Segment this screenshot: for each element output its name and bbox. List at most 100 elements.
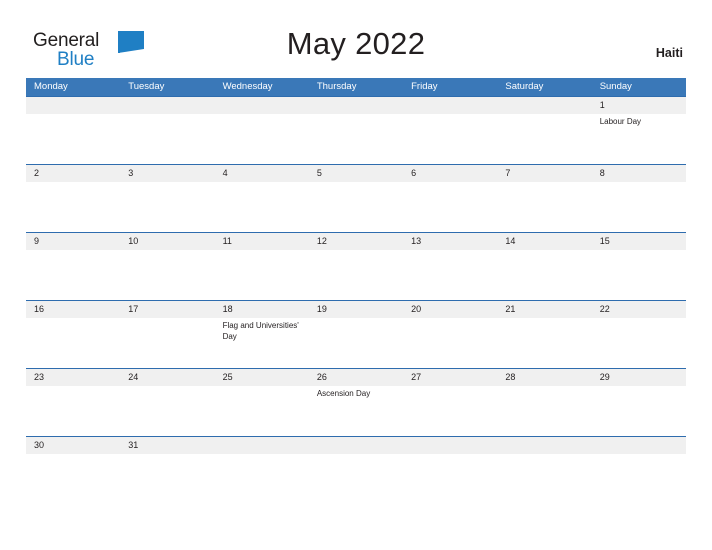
day-event: Labour Day <box>599 117 642 126</box>
date-number[interactable]: 4 <box>215 165 309 182</box>
day-event <box>592 386 686 436</box>
date-number[interactable]: 27 <box>403 369 497 386</box>
date-number[interactable]: 10 <box>120 233 214 250</box>
date-number[interactable] <box>592 437 686 454</box>
day-event <box>120 454 214 468</box>
date-number[interactable]: 18 <box>215 301 309 318</box>
day-event <box>26 386 120 436</box>
day-event <box>120 250 214 300</box>
day-event <box>215 182 309 232</box>
day-event <box>403 386 497 436</box>
day-event <box>309 250 403 300</box>
date-number[interactable] <box>26 97 120 114</box>
day-event <box>120 386 214 436</box>
week-date-numbers: 1 <box>26 97 686 114</box>
date-number[interactable]: 11 <box>215 233 309 250</box>
dow-sunday: Sunday <box>599 81 632 92</box>
day-event <box>309 114 403 164</box>
date-number[interactable]: 2 <box>26 165 120 182</box>
date-number[interactable]: 26 <box>309 369 403 386</box>
day-event <box>120 182 214 232</box>
date-number[interactable]: 12 <box>309 233 403 250</box>
week-events <box>26 454 686 468</box>
dow-tuesday: Tuesday <box>128 81 165 92</box>
day-of-week-header-row: Monday Tuesday Wednesday Thursday Friday… <box>26 78 686 96</box>
day-event <box>592 250 686 300</box>
date-number[interactable]: 23 <box>26 369 120 386</box>
date-number[interactable]: 9 <box>26 233 120 250</box>
date-number[interactable]: 6 <box>403 165 497 182</box>
week-date-numbers: 30 31 <box>26 437 686 454</box>
date-number[interactable]: 16 <box>26 301 120 318</box>
dow-friday: Friday <box>411 81 438 92</box>
week-row: 9 10 11 12 13 14 15 <box>26 232 686 300</box>
date-number[interactable]: 21 <box>497 301 591 318</box>
day-event <box>497 318 591 368</box>
date-number[interactable]: 15 <box>592 233 686 250</box>
day-event <box>592 454 686 468</box>
day-event <box>215 114 309 164</box>
day-event <box>309 182 403 232</box>
date-number[interactable]: 29 <box>592 369 686 386</box>
date-number[interactable] <box>309 97 403 114</box>
day-event <box>215 386 309 436</box>
date-number[interactable]: 3 <box>120 165 214 182</box>
day-event <box>497 386 591 436</box>
week-row: 1 Labour Day <box>26 96 686 164</box>
date-number[interactable] <box>497 437 591 454</box>
day-event <box>309 318 403 368</box>
day-event <box>26 182 120 232</box>
date-number[interactable] <box>403 97 497 114</box>
date-number[interactable]: 22 <box>592 301 686 318</box>
date-number[interactable]: 31 <box>120 437 214 454</box>
date-number[interactable] <box>497 97 591 114</box>
day-event <box>309 454 403 468</box>
day-event <box>497 114 591 164</box>
date-number[interactable] <box>215 437 309 454</box>
week-date-numbers: 23 24 25 26 27 28 29 <box>26 369 686 386</box>
day-event <box>403 454 497 468</box>
date-number[interactable]: 7 <box>497 165 591 182</box>
date-number[interactable]: 28 <box>497 369 591 386</box>
day-event <box>215 250 309 300</box>
week-date-numbers: 9 10 11 12 13 14 15 <box>26 233 686 250</box>
day-event <box>403 114 497 164</box>
date-number[interactable] <box>309 437 403 454</box>
date-number[interactable]: 5 <box>309 165 403 182</box>
date-number[interactable]: 1 <box>592 97 686 114</box>
day-event <box>497 250 591 300</box>
date-number[interactable]: 19 <box>309 301 403 318</box>
date-number[interactable]: 8 <box>592 165 686 182</box>
day-event <box>26 250 120 300</box>
week-events: Labour Day <box>26 114 686 164</box>
week-row: 2 3 4 5 6 7 8 <box>26 164 686 232</box>
date-number[interactable] <box>215 97 309 114</box>
page-header: General Blue May 2022 Haiti <box>0 0 712 80</box>
date-number[interactable]: 20 <box>403 301 497 318</box>
day-event: Flag and Universities' Day <box>222 321 299 341</box>
date-number[interactable] <box>120 97 214 114</box>
week-events: Flag and Universities' Day <box>26 318 686 368</box>
day-event <box>497 454 591 468</box>
date-number[interactable]: 13 <box>403 233 497 250</box>
dow-monday: Monday <box>34 81 68 92</box>
day-event <box>592 182 686 232</box>
day-event <box>26 318 120 368</box>
date-number[interactable]: 25 <box>215 369 309 386</box>
day-event <box>26 114 120 164</box>
date-number[interactable]: 17 <box>120 301 214 318</box>
dow-wednesday: Wednesday <box>222 81 273 92</box>
week-events <box>26 250 686 300</box>
date-number[interactable]: 30 <box>26 437 120 454</box>
week-events: Ascension Day <box>26 386 686 436</box>
week-date-numbers: 2 3 4 5 6 7 8 <box>26 165 686 182</box>
day-event <box>592 318 686 368</box>
date-number[interactable]: 24 <box>120 369 214 386</box>
week-events <box>26 182 686 232</box>
calendar-page: General Blue May 2022 Haiti Monday Tuesd… <box>0 0 712 550</box>
date-number[interactable]: 14 <box>497 233 591 250</box>
day-event <box>120 318 214 368</box>
week-row: 23 24 25 26 27 28 29 Ascension Day <box>26 368 686 436</box>
date-number[interactable] <box>403 437 497 454</box>
week-date-numbers: 16 17 18 19 20 21 22 <box>26 301 686 318</box>
